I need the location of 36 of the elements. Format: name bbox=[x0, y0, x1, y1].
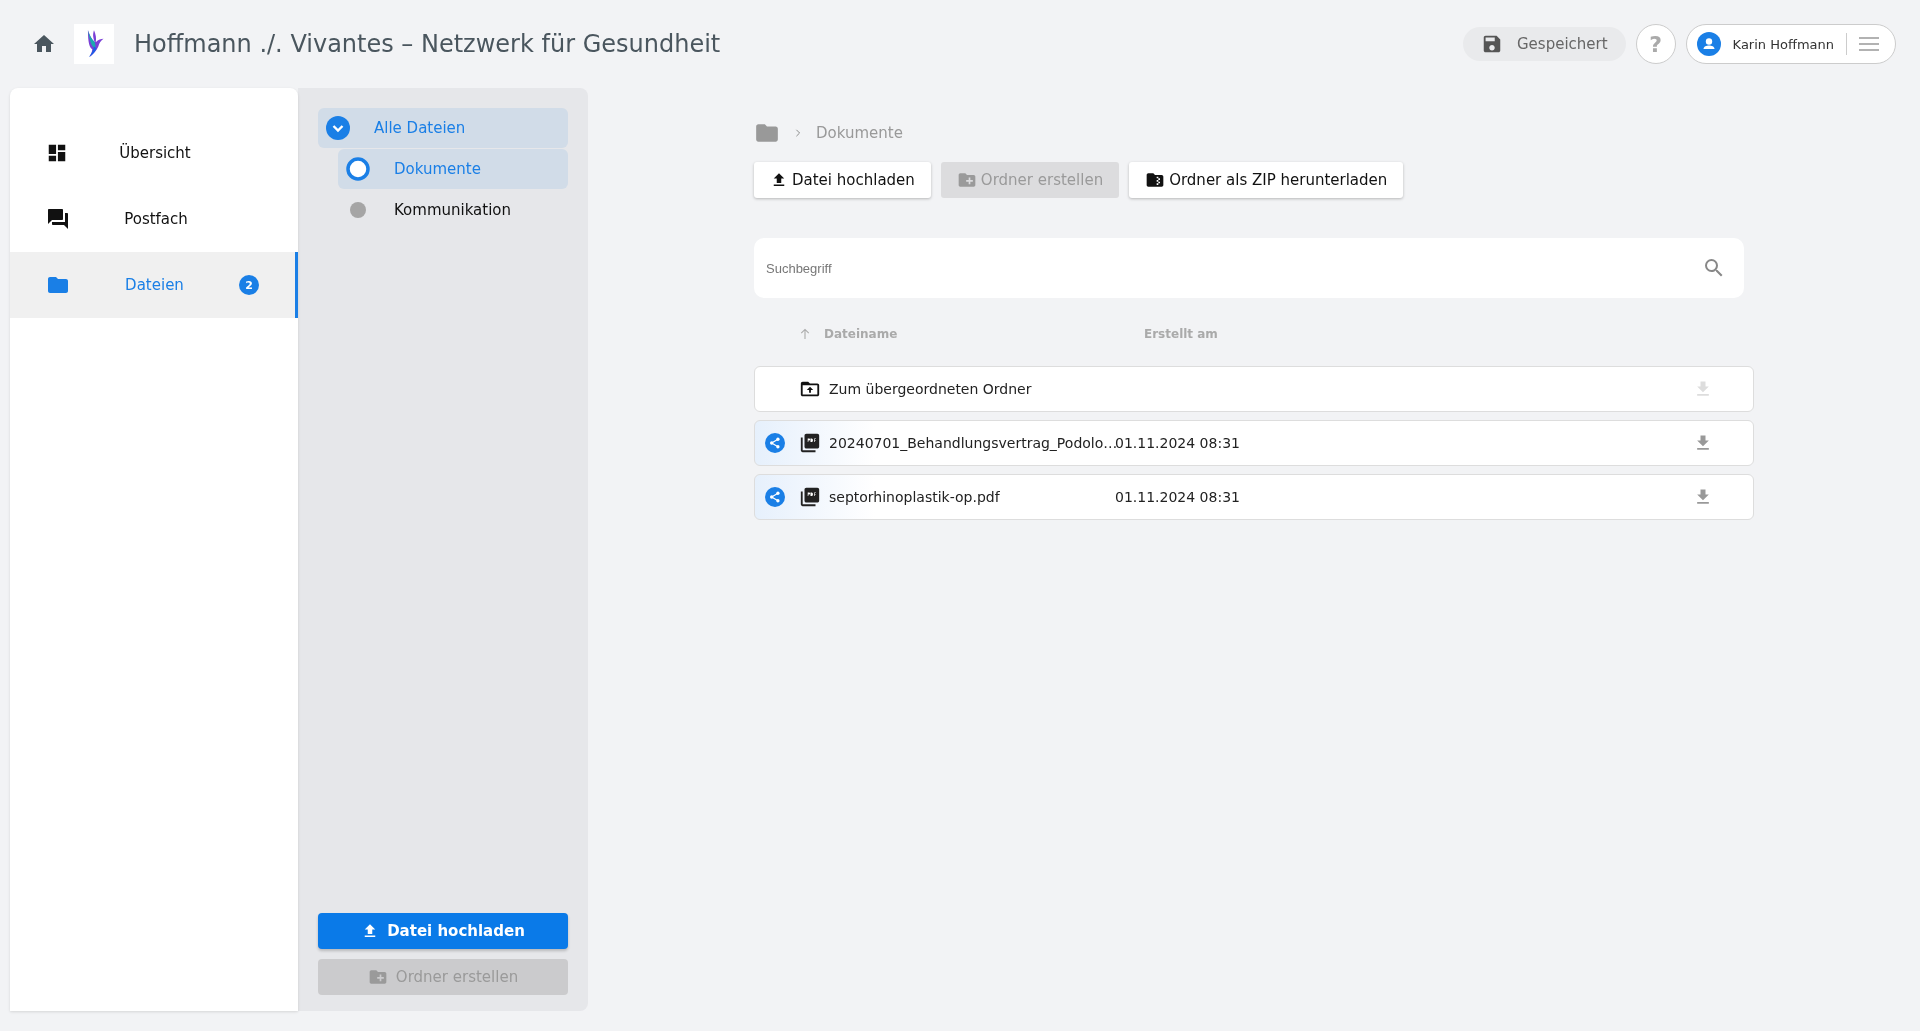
created-date: 01.11.2024 08:31 bbox=[1115, 489, 1240, 505]
menu-icon[interactable] bbox=[1859, 37, 1879, 51]
share-icon[interactable] bbox=[765, 487, 785, 507]
zip-folder-icon bbox=[1145, 170, 1166, 190]
save-status: Gespeichert bbox=[1463, 27, 1626, 61]
user-menu[interactable]: Karin Hoffmann bbox=[1685, 24, 1896, 64]
user-name: Karin Hoffmann bbox=[1732, 36, 1834, 52]
file-row[interactable]: septorhinoplastik-op.pdf 01.11.2024 08:31 bbox=[754, 474, 1754, 520]
chat-icon bbox=[46, 207, 70, 231]
folder-tree-item[interactable]: Kommunikation bbox=[338, 190, 568, 230]
chevron-right-icon bbox=[794, 129, 802, 137]
pdf-file-icon bbox=[799, 432, 821, 454]
created-date: 01.11.2024 08:31 bbox=[1115, 435, 1240, 451]
file-name[interactable]: 20240701_Behandlungsvertrag_Podolo… bbox=[829, 435, 1115, 451]
count-badge: 2 bbox=[239, 275, 259, 295]
file-row[interactable]: Zum übergeordneten Ordner bbox=[754, 366, 1754, 412]
sidebar-item[interactable]: Postfach bbox=[10, 186, 298, 252]
sidebar-item[interactable]: Übersicht bbox=[10, 120, 298, 186]
sort-arrow-icon[interactable] bbox=[800, 328, 810, 340]
ring-icon bbox=[346, 157, 370, 181]
file-name[interactable]: Zum übergeordneten Ordner bbox=[829, 381, 1115, 397]
file-name[interactable]: septorhinoplastik-op.pdf bbox=[829, 489, 1115, 505]
dashboard-icon bbox=[46, 142, 68, 164]
download-zip-button[interactable]: Ordner als ZIP herunterladen bbox=[1129, 162, 1404, 198]
user-avatar-icon bbox=[1696, 32, 1721, 56]
share-icon[interactable] bbox=[765, 433, 785, 453]
upload-button[interactable]: Datei hochladen bbox=[318, 913, 568, 949]
pdf-file-icon bbox=[799, 486, 821, 508]
page-title: Hoffmann ./. Vivantes – Netzwerk für Gesundheit bbox=[134, 30, 721, 58]
search-field[interactable]: Suchbegriff bbox=[754, 238, 1744, 298]
folder-plus-icon bbox=[956, 170, 977, 190]
sidebar-item[interactable]: Dateien 2 bbox=[10, 252, 298, 318]
file-row[interactable]: 20240701_Behandlungsvertrag_Podolo…01.11.2024 08:31 bbox=[754, 420, 1754, 466]
folder-plus-icon bbox=[367, 967, 388, 987]
bird-logo-icon bbox=[74, 24, 114, 64]
upload-button[interactable]: Datei hochladen bbox=[754, 162, 931, 198]
